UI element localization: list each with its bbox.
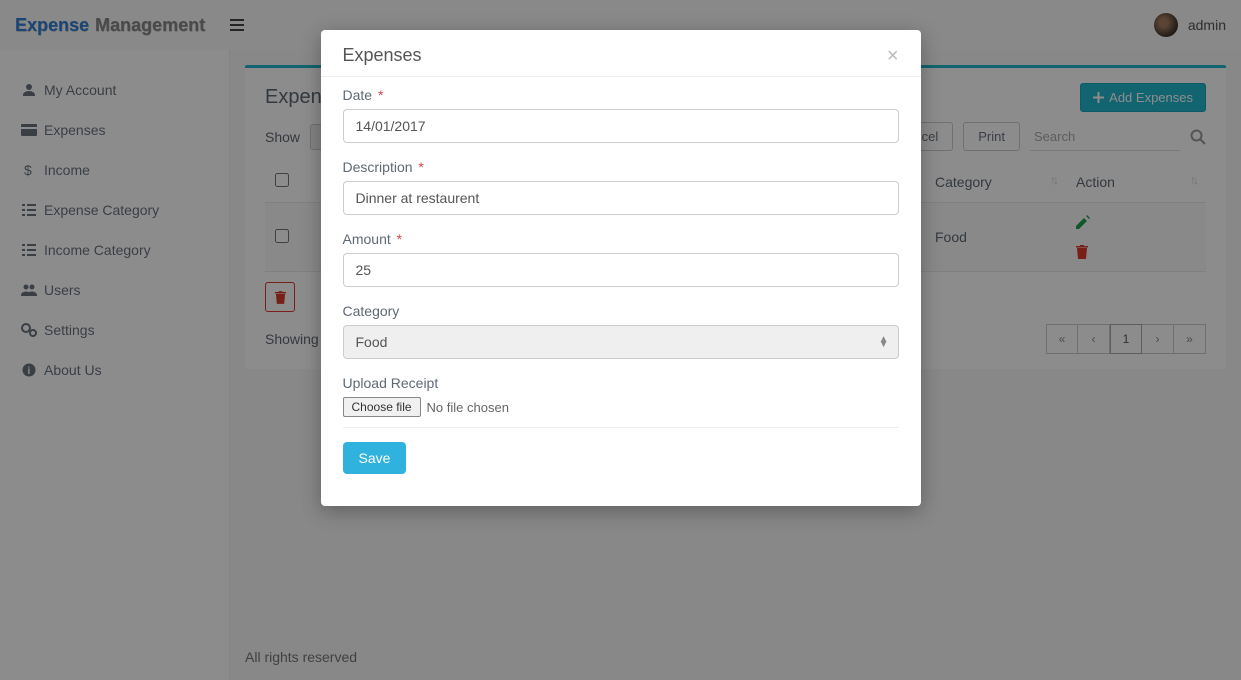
category-select[interactable]: Food <box>343 325 899 359</box>
amount-input[interactable] <box>343 253 899 287</box>
description-label: Description * <box>343 159 899 175</box>
expenses-modal: Expenses × Date * Description * Amount *… <box>321 30 921 506</box>
modal-overlay[interactable]: Expenses × Date * Description * Amount *… <box>0 0 1241 680</box>
amount-label: Amount * <box>343 231 899 247</box>
file-status: No file chosen <box>427 400 509 415</box>
date-input[interactable] <box>343 109 899 143</box>
close-icon[interactable]: × <box>887 46 899 66</box>
description-input[interactable] <box>343 181 899 215</box>
modal-title: Expenses <box>343 45 422 66</box>
date-label: Date * <box>343 87 899 103</box>
category-label: Category <box>343 303 899 319</box>
save-button[interactable]: Save <box>343 442 407 474</box>
choose-file-button[interactable]: Choose file <box>343 397 421 417</box>
upload-label: Upload Receipt <box>343 375 899 391</box>
